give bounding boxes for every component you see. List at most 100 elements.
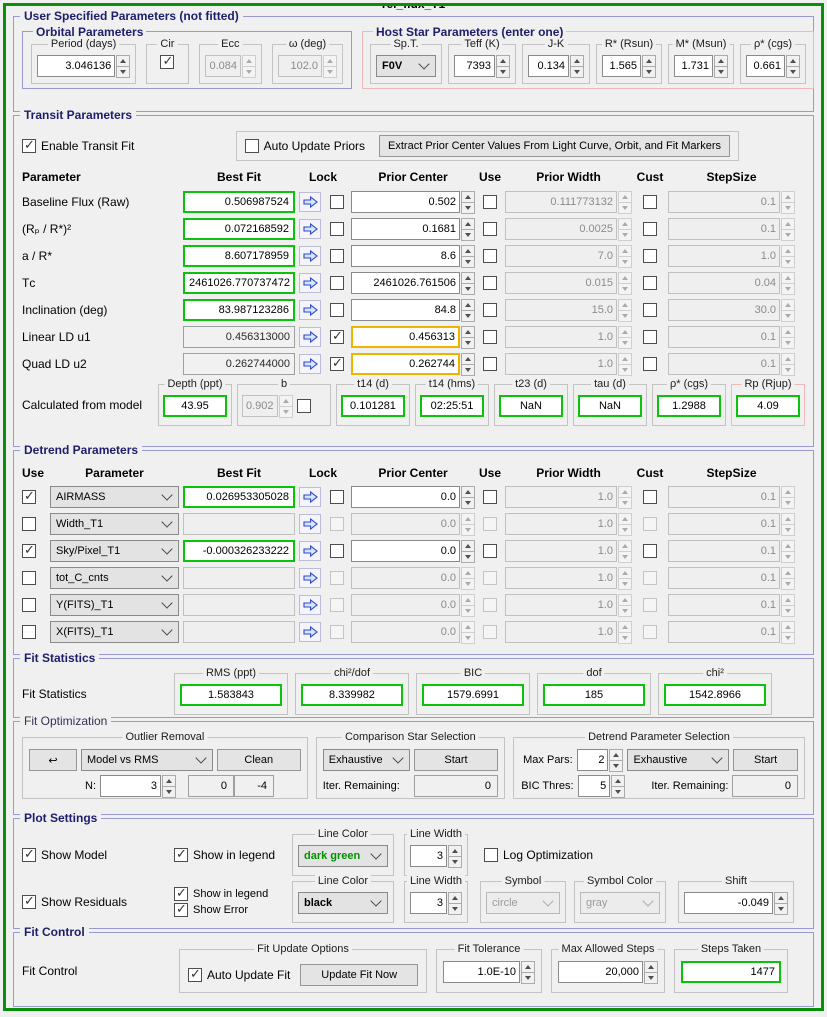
j-k-spinner[interactable]: 0.134 [528, 55, 584, 78]
detrend-param-combo[interactable]: Y(FITS)_T1 [50, 593, 179, 616]
show-model-checkbox[interactable] [22, 846, 36, 862]
lock-checkbox[interactable] [330, 221, 344, 236]
spin-down-button[interactable] [774, 902, 788, 915]
transfer-value-button[interactable] [299, 540, 321, 561]
detrend-use-checkbox[interactable] [22, 516, 36, 531]
auto-update-priors-checkbox[interactable] [244, 139, 259, 153]
cust-stepsize-checkbox[interactable] [643, 302, 657, 317]
detrend-use-prior-checkbox[interactable] [483, 543, 497, 558]
lock-checkbox[interactable] [330, 302, 344, 317]
clean-button[interactable]: Clean [216, 749, 301, 771]
transfer-value-button[interactable] [299, 191, 321, 212]
prior-center-spinner[interactable]: 2461026.761506 [351, 271, 475, 295]
detrend-use-prior-checkbox[interactable] [483, 489, 497, 504]
lock-checkbox[interactable] [330, 355, 344, 371]
teff-spinner[interactable]: 7393 [454, 55, 510, 78]
spin-down-button[interactable] [461, 282, 475, 295]
detrend-param-combo[interactable]: tot_C_cnts [50, 566, 179, 589]
use-prior-checkbox[interactable] [483, 302, 497, 317]
detrend-cust-checkbox[interactable] [643, 543, 657, 558]
cust-stepsize-checkbox[interactable] [643, 329, 657, 344]
detrend-param-combo[interactable]: AIRMASS [50, 485, 179, 508]
model-legend-checkbox[interactable] [174, 846, 188, 862]
prior-center-spinner[interactable]: 0.1681 [351, 217, 475, 241]
max-steps-spinner[interactable]: 20,000 [558, 961, 658, 984]
detrend-start-button[interactable]: Start [733, 749, 799, 771]
transfer-value-button[interactable] [299, 594, 321, 615]
spin-down-button[interactable] [448, 902, 462, 915]
cust-stepsize-checkbox[interactable] [643, 275, 657, 290]
auto-update-fit-checkbox[interactable] [188, 966, 202, 982]
use-prior-checkbox[interactable] [483, 248, 497, 263]
spin-down-button[interactable] [521, 972, 535, 984]
transfer-value-button[interactable] [299, 353, 321, 374]
detrend-use-checkbox[interactable] [22, 570, 36, 585]
spin-down-button[interactable] [461, 228, 475, 241]
detrend-use-checkbox[interactable] [22, 542, 36, 558]
detrend-use-checkbox[interactable] [22, 624, 36, 639]
mstar-spinner[interactable]: 1.731 [674, 55, 728, 78]
max-pars-spinner[interactable]: 2 [576, 749, 624, 772]
use-prior-checkbox[interactable] [483, 194, 497, 209]
residuals-line-color-combo[interactable]: black [298, 891, 388, 914]
outlier-n-spinner[interactable]: 3 [100, 775, 176, 798]
spin-down-button[interactable] [461, 201, 475, 214]
lock-checkbox[interactable] [330, 275, 344, 290]
spin-down-button[interactable] [611, 786, 626, 798]
impact-parameter-checkbox[interactable] [296, 399, 311, 413]
detrend-prior-center-spinner[interactable]: 0.0 [351, 539, 475, 563]
cust-stepsize-checkbox[interactable] [643, 194, 657, 209]
use-prior-checkbox[interactable] [483, 221, 497, 236]
prior-center-spinner[interactable]: 8.6 [351, 244, 475, 268]
spin-down-button[interactable] [786, 66, 800, 78]
spin-down-button[interactable] [570, 66, 584, 78]
use-prior-checkbox[interactable] [483, 275, 497, 290]
spin-down-button[interactable] [714, 66, 728, 78]
spin-down-button[interactable] [642, 66, 656, 78]
update-fit-now-button[interactable]: Update Fit Now [300, 963, 418, 986]
transfer-value-button[interactable] [299, 567, 321, 588]
spin-down-button[interactable] [461, 255, 475, 268]
log-optimization-checkbox[interactable] [484, 847, 498, 862]
transfer-value-button[interactable] [299, 326, 321, 347]
detrend-method-combo[interactable]: Exhaustive [627, 749, 730, 771]
model-line-color-combo[interactable]: dark green [298, 844, 388, 867]
lock-checkbox[interactable] [330, 248, 344, 263]
transfer-value-button[interactable] [299, 621, 321, 642]
transfer-value-button[interactable] [299, 218, 321, 239]
transfer-value-button[interactable] [299, 272, 321, 293]
period-spinner[interactable]: 3.046136 [37, 55, 131, 78]
detrend-use-checkbox[interactable] [22, 597, 36, 612]
enable-transit-fit-checkbox[interactable] [22, 137, 36, 153]
cust-stepsize-checkbox[interactable] [643, 356, 657, 371]
cust-stepsize-checkbox[interactable] [643, 248, 657, 263]
circular-orbit-checkbox[interactable] [160, 53, 175, 69]
prior-center-spinner[interactable]: 0.502 [351, 190, 475, 214]
spin-down-button[interactable] [496, 66, 510, 78]
spin-down-button[interactable] [461, 363, 475, 376]
residuals-line-width-spinner[interactable]: 3 [410, 891, 462, 915]
residuals-shift-spinner[interactable]: -0.049 [684, 891, 788, 915]
cust-stepsize-checkbox[interactable] [643, 221, 657, 236]
spin-down-button[interactable] [116, 66, 131, 78]
detrend-use-checkbox[interactable] [22, 488, 36, 504]
lock-checkbox[interactable] [330, 328, 344, 344]
spin-down-button[interactable] [461, 336, 475, 349]
residuals-legend-checkbox[interactable] [174, 885, 188, 901]
use-prior-checkbox[interactable] [483, 329, 497, 344]
rho-star-spinner[interactable]: 0.661 [746, 55, 800, 78]
rstar-spinner[interactable]: 1.565 [602, 55, 656, 78]
bic-thres-spinner[interactable]: 5 [577, 775, 626, 798]
comparison-start-button[interactable]: Start [414, 749, 498, 771]
extract-priors-button[interactable]: Extract Prior Center Values From Light C… [379, 135, 730, 157]
detrend-param-combo[interactable]: X(FITS)_T1 [50, 620, 179, 643]
transfer-value-button[interactable] [299, 299, 321, 320]
detrend-lock-checkbox[interactable] [330, 489, 344, 504]
spin-down-button[interactable] [609, 760, 624, 772]
spin-down-button[interactable] [162, 786, 176, 798]
detrend-prior-center-spinner[interactable]: 0.0 [351, 485, 475, 509]
detrend-cust-checkbox[interactable] [643, 489, 657, 504]
lock-checkbox[interactable] [330, 194, 344, 209]
outlier-method-combo[interactable]: Model vs RMS [81, 749, 213, 771]
transfer-value-button[interactable] [299, 245, 321, 266]
